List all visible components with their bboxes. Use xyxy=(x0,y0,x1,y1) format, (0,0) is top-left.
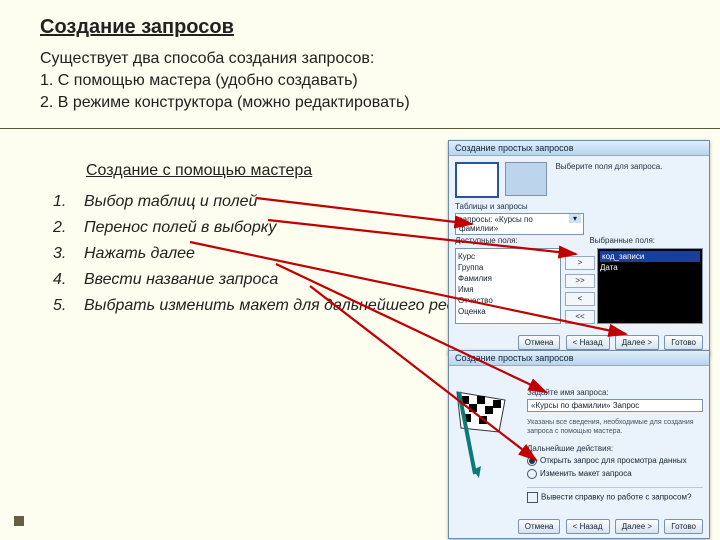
next-button[interactable]: Далее > xyxy=(615,335,659,350)
list-item[interactable]: Оценка xyxy=(458,306,558,317)
radio-edit-layout[interactable]: Изменить макет запроса xyxy=(527,469,703,479)
intro-block: Существует два способа создания запросов… xyxy=(40,48,410,114)
dialog-title: Создание простых запросов xyxy=(449,141,709,156)
list-item[interactable]: Отчество xyxy=(458,295,558,306)
cancel-button[interactable]: Отмена xyxy=(518,519,561,534)
page-title: Создание запросов xyxy=(40,16,234,39)
wizard-dialog-finish: Создание простых запросов Задайте имя xyxy=(448,350,710,539)
step-num: 1. xyxy=(52,190,81,214)
sub-title: Создание с помощью мастера xyxy=(86,162,312,180)
divider xyxy=(0,128,720,129)
help-checkbox[interactable]: Вывести справку по работе с запросом? xyxy=(527,487,703,503)
next-actions-label: Дальнейшие действия: xyxy=(527,444,703,453)
list-item[interactable]: Группа xyxy=(458,262,558,273)
finish-button[interactable]: Готово xyxy=(664,335,703,350)
step-num: 5. xyxy=(52,294,81,318)
radio-label: Открыть запрос для просмотра данных xyxy=(540,456,687,465)
step-num: 3. xyxy=(52,242,81,266)
selected-listbox[interactable]: код_записи Дата xyxy=(597,248,703,324)
intro-line: 2. В режиме конструктора (можно редактир… xyxy=(40,92,410,114)
query-name-input[interactable]: «Курсы по фамилии» Запрос xyxy=(527,399,703,412)
dialog-hint: Выберите поля для запроса. xyxy=(555,162,675,171)
intro-line: 1. С помощью мастера (удобно создавать) xyxy=(40,70,410,92)
move-right-button[interactable]: > xyxy=(565,256,595,270)
step-num: 2. xyxy=(52,216,81,240)
list-item[interactable]: Фамилия xyxy=(458,273,558,284)
cancel-button[interactable]: Отмена xyxy=(518,335,561,350)
tables-label: Таблицы и запросы xyxy=(455,202,703,211)
list-item[interactable]: Имя xyxy=(458,284,558,295)
tables-dropdown[interactable]: запросы: «Курсы по фамилии» xyxy=(455,213,584,235)
step-num: 4. xyxy=(52,268,81,292)
available-listbox[interactable]: Курс Группа Фамилия Имя Отчество Оценка xyxy=(455,248,561,324)
move-all-left-button[interactable]: << xyxy=(565,310,595,324)
next-button[interactable]: Далее > xyxy=(615,519,659,534)
radio-label: Изменить макет запроса xyxy=(540,469,632,478)
dialog-title: Создание простых запросов xyxy=(449,351,709,366)
corner-marker xyxy=(14,516,24,526)
wizard-dialog-fields: Создание простых запросов Выберите поля … xyxy=(448,140,710,355)
back-button[interactable]: < Назад xyxy=(566,335,610,350)
wizard-icon xyxy=(455,162,499,198)
list-item[interactable]: Дата xyxy=(600,262,700,273)
list-item[interactable]: код_записи xyxy=(600,251,700,262)
radio-open-query[interactable]: Открыть запрос для просмотра данных xyxy=(527,456,703,466)
available-label: Доступные поля: xyxy=(455,236,518,245)
checkered-flag-icon xyxy=(455,388,517,478)
name-label: Задайте имя запроса: xyxy=(527,388,703,397)
move-left-button[interactable]: < xyxy=(565,292,595,306)
finish-hint: Указаны все сведения, необходимые для со… xyxy=(527,418,703,436)
finish-button[interactable]: Готово xyxy=(664,519,703,534)
move-all-right-button[interactable]: >> xyxy=(565,274,595,288)
list-item[interactable]: Курс xyxy=(458,251,558,262)
checkbox-label: Вывести справку по работе с запросом? xyxy=(541,493,691,502)
back-button[interactable]: < Назад xyxy=(566,519,610,534)
transfer-buttons: > >> < << xyxy=(565,256,595,328)
selected-label: Выбранные поля: xyxy=(589,236,655,245)
wizard-icon xyxy=(505,162,547,196)
intro-line: Существует два способа создания запросов… xyxy=(40,48,410,70)
